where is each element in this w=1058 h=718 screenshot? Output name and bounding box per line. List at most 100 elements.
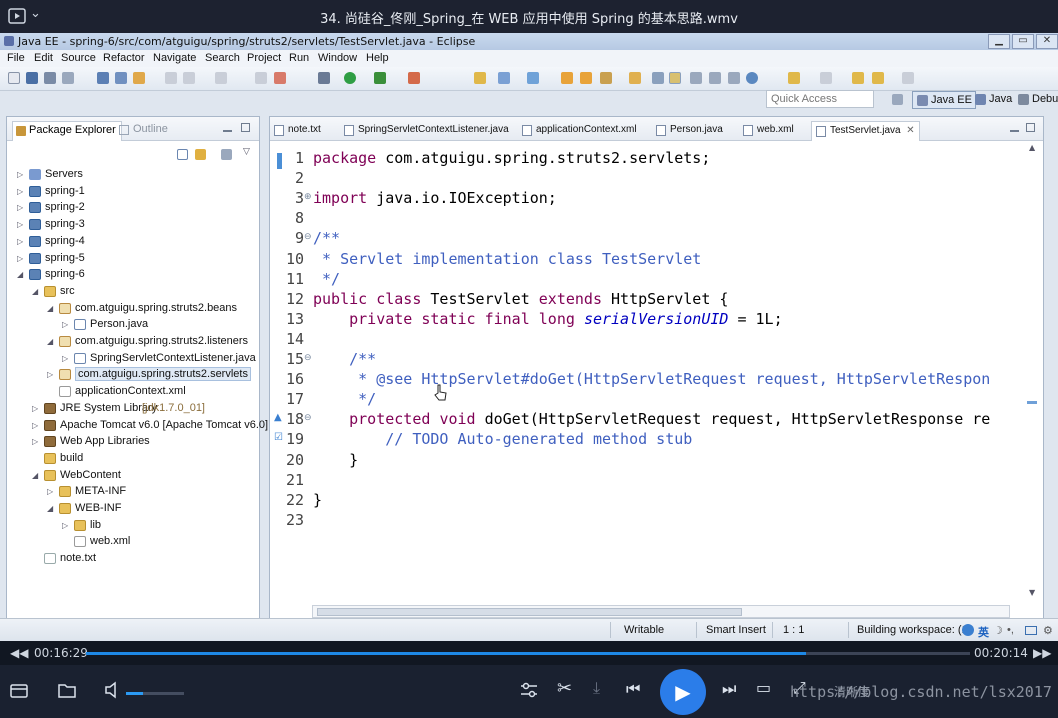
perspective-java-ee[interactable]: Java EE [912, 91, 976, 109]
minimize-editor-icon[interactable] [1010, 123, 1019, 132]
menu-help[interactable]: Help [366, 52, 389, 64]
settings-sliders-icon[interactable] [519, 681, 539, 699]
run-external-icon[interactable] [374, 72, 386, 84]
tree-item[interactable]: ◢ com.atguigu.spring.struts2.beans [7, 301, 257, 317]
menu-run[interactable]: Run [289, 52, 309, 64]
tree-item[interactable]: ▷ SpringServletContextListener.java [7, 351, 257, 367]
expanded-twisty-icon[interactable]: ◢ [47, 304, 53, 313]
view-menu-icon[interactable] [221, 149, 232, 160]
tree-item[interactable]: ▷ JRE System Library [jdk1.7.0_01] [7, 401, 257, 417]
editor-horizontal-scrollbar[interactable] [312, 605, 1010, 618]
prev-icon[interactable]: ◀◀ [10, 646, 28, 660]
minimize-button[interactable]: ▁ [988, 34, 1010, 49]
expanded-twisty-icon[interactable]: ◢ [17, 270, 23, 279]
tree-item[interactable]: ▷ Apache Tomcat v6.0 [Apache Tomcat v6.0] [7, 418, 268, 434]
globe-icon[interactable] [746, 72, 758, 84]
menu-search[interactable]: Search [205, 52, 240, 64]
expand-fold-icon[interactable]: ⊕ [304, 192, 312, 202]
forward-icon[interactable] [902, 72, 914, 84]
ime-language-indicator[interactable]: 英 [978, 624, 989, 640]
collapsed-twisty-icon[interactable]: ▷ [17, 237, 23, 246]
tree-item[interactable]: ▷ spring-4 [7, 234, 257, 250]
tree-item[interactable]: note.txt [7, 551, 257, 567]
tool-icon[interactable] [600, 72, 612, 84]
tree-item[interactable]: ▷ Servers [7, 167, 257, 183]
previous-track-icon[interactable]: ⏮ [626, 679, 640, 699]
menu-project[interactable]: Project [247, 52, 281, 64]
editor-tab-applicationcontext-xml[interactable]: applicationContext.xml [522, 121, 637, 141]
code-editor[interactable]: 1 package com.atguigu.spring.struts2.serv… [270, 141, 1022, 601]
tool-icon[interactable] [629, 72, 641, 84]
tool-icon[interactable] [115, 72, 127, 84]
quick-access-input[interactable]: Quick Access [766, 90, 874, 108]
tree-item[interactable]: ▷ META-INF [7, 484, 257, 500]
collapsed-twisty-icon[interactable]: ▷ [17, 203, 23, 212]
overview-ruler-marker[interactable] [1027, 401, 1037, 404]
view-dropdown-icon[interactable]: ▽ [243, 147, 254, 158]
run-icon[interactable] [344, 72, 356, 84]
tree-item[interactable]: ◢ spring-6 [7, 267, 257, 283]
expanded-twisty-icon[interactable]: ◢ [47, 504, 53, 513]
menu-navigate[interactable]: Navigate [153, 52, 196, 64]
tool-icon[interactable] [709, 72, 721, 84]
menu-edit[interactable]: Edit [34, 52, 53, 64]
tool-icon[interactable] [728, 72, 740, 84]
collapsed-twisty-icon[interactable]: ▷ [32, 404, 38, 413]
tree-item[interactable]: ▷ com.atguigu.spring.struts2.servlets [7, 367, 257, 383]
ime-punctuation-icon[interactable]: •, [1007, 624, 1014, 636]
editor-vertical-scrollbar[interactable]: ▲ ▼ [1027, 141, 1039, 601]
ime-tools-icon[interactable]: ⚙ [1043, 624, 1053, 637]
open-folder-icon[interactable] [58, 682, 76, 698]
server-icon[interactable] [408, 72, 420, 84]
tool-icon[interactable] [97, 72, 109, 84]
open-perspective-button[interactable] [890, 91, 907, 109]
undo-icon[interactable] [165, 72, 177, 84]
tree-item[interactable]: web.xml [7, 534, 257, 550]
tab-package-explorer[interactable]: Package Explorer [12, 121, 122, 141]
collapsed-twisty-icon[interactable]: ▷ [17, 187, 23, 196]
clip-scissors-icon[interactable]: ✂ [557, 678, 572, 699]
volume-slider[interactable] [126, 692, 184, 695]
expanded-twisty-icon[interactable]: ◢ [47, 337, 53, 346]
collapsed-twisty-icon[interactable]: ▷ [62, 320, 68, 329]
collapse-all-icon[interactable] [177, 149, 188, 160]
collapsed-twisty-icon[interactable]: ▷ [62, 354, 68, 363]
tool-icon[interactable] [690, 72, 702, 84]
tree-item[interactable]: ▷ spring-1 [7, 184, 257, 200]
tool-icon[interactable] [133, 72, 145, 84]
debug-icon[interactable] [318, 72, 330, 84]
tree-item[interactable]: applicationContext.xml [7, 384, 257, 400]
collapsed-twisty-icon[interactable]: ▷ [17, 254, 23, 263]
tree-item[interactable]: ▷ lib [7, 518, 257, 534]
toggle-mark-icon[interactable] [669, 72, 681, 84]
maximize-editor-icon[interactable] [1026, 123, 1035, 132]
collapsed-twisty-icon[interactable]: ▷ [17, 170, 23, 179]
screen-mode-icon[interactable]: ▭ [756, 678, 771, 697]
collapse-fold-icon[interactable]: ⊖ [304, 413, 312, 423]
menu-window[interactable]: Window [318, 52, 357, 64]
editor-tab-person-java[interactable]: Person.java [656, 121, 723, 141]
collapsed-twisty-icon[interactable]: ▷ [17, 220, 23, 229]
tab-outline[interactable]: Outline [119, 123, 168, 135]
tree-item[interactable]: ▷ Web App Libraries [7, 434, 257, 450]
maximize-view-icon[interactable] [241, 123, 250, 132]
volume-icon[interactable] [104, 681, 122, 699]
tool-icon[interactable] [498, 72, 510, 84]
ime-keyboard-icon[interactable] [1025, 626, 1037, 635]
collapse-fold-icon[interactable]: ⊖ [304, 353, 312, 363]
tree-item[interactable]: ▷ spring-3 [7, 217, 257, 233]
redo-icon[interactable] [183, 72, 195, 84]
editor-tab-web-xml[interactable]: web.xml [743, 121, 794, 141]
terminate-icon[interactable] [274, 72, 286, 84]
collapsed-twisty-icon[interactable]: ▷ [47, 370, 53, 379]
open-resource-icon[interactable] [580, 72, 592, 84]
tree-item[interactable]: ◢ com.atguigu.spring.struts2.listeners [7, 334, 257, 350]
menu-refactor[interactable]: Refactor [103, 52, 145, 64]
perspective-java[interactable]: Java [971, 91, 1015, 109]
suspend-icon[interactable] [255, 72, 267, 84]
close-tab-icon[interactable]: ✕ [906, 125, 914, 136]
link-with-editor-icon[interactable] [195, 149, 206, 160]
save-icon[interactable] [26, 72, 38, 84]
ime-moon-icon[interactable]: ☽ [993, 624, 1003, 637]
new-icon[interactable] [8, 72, 20, 84]
